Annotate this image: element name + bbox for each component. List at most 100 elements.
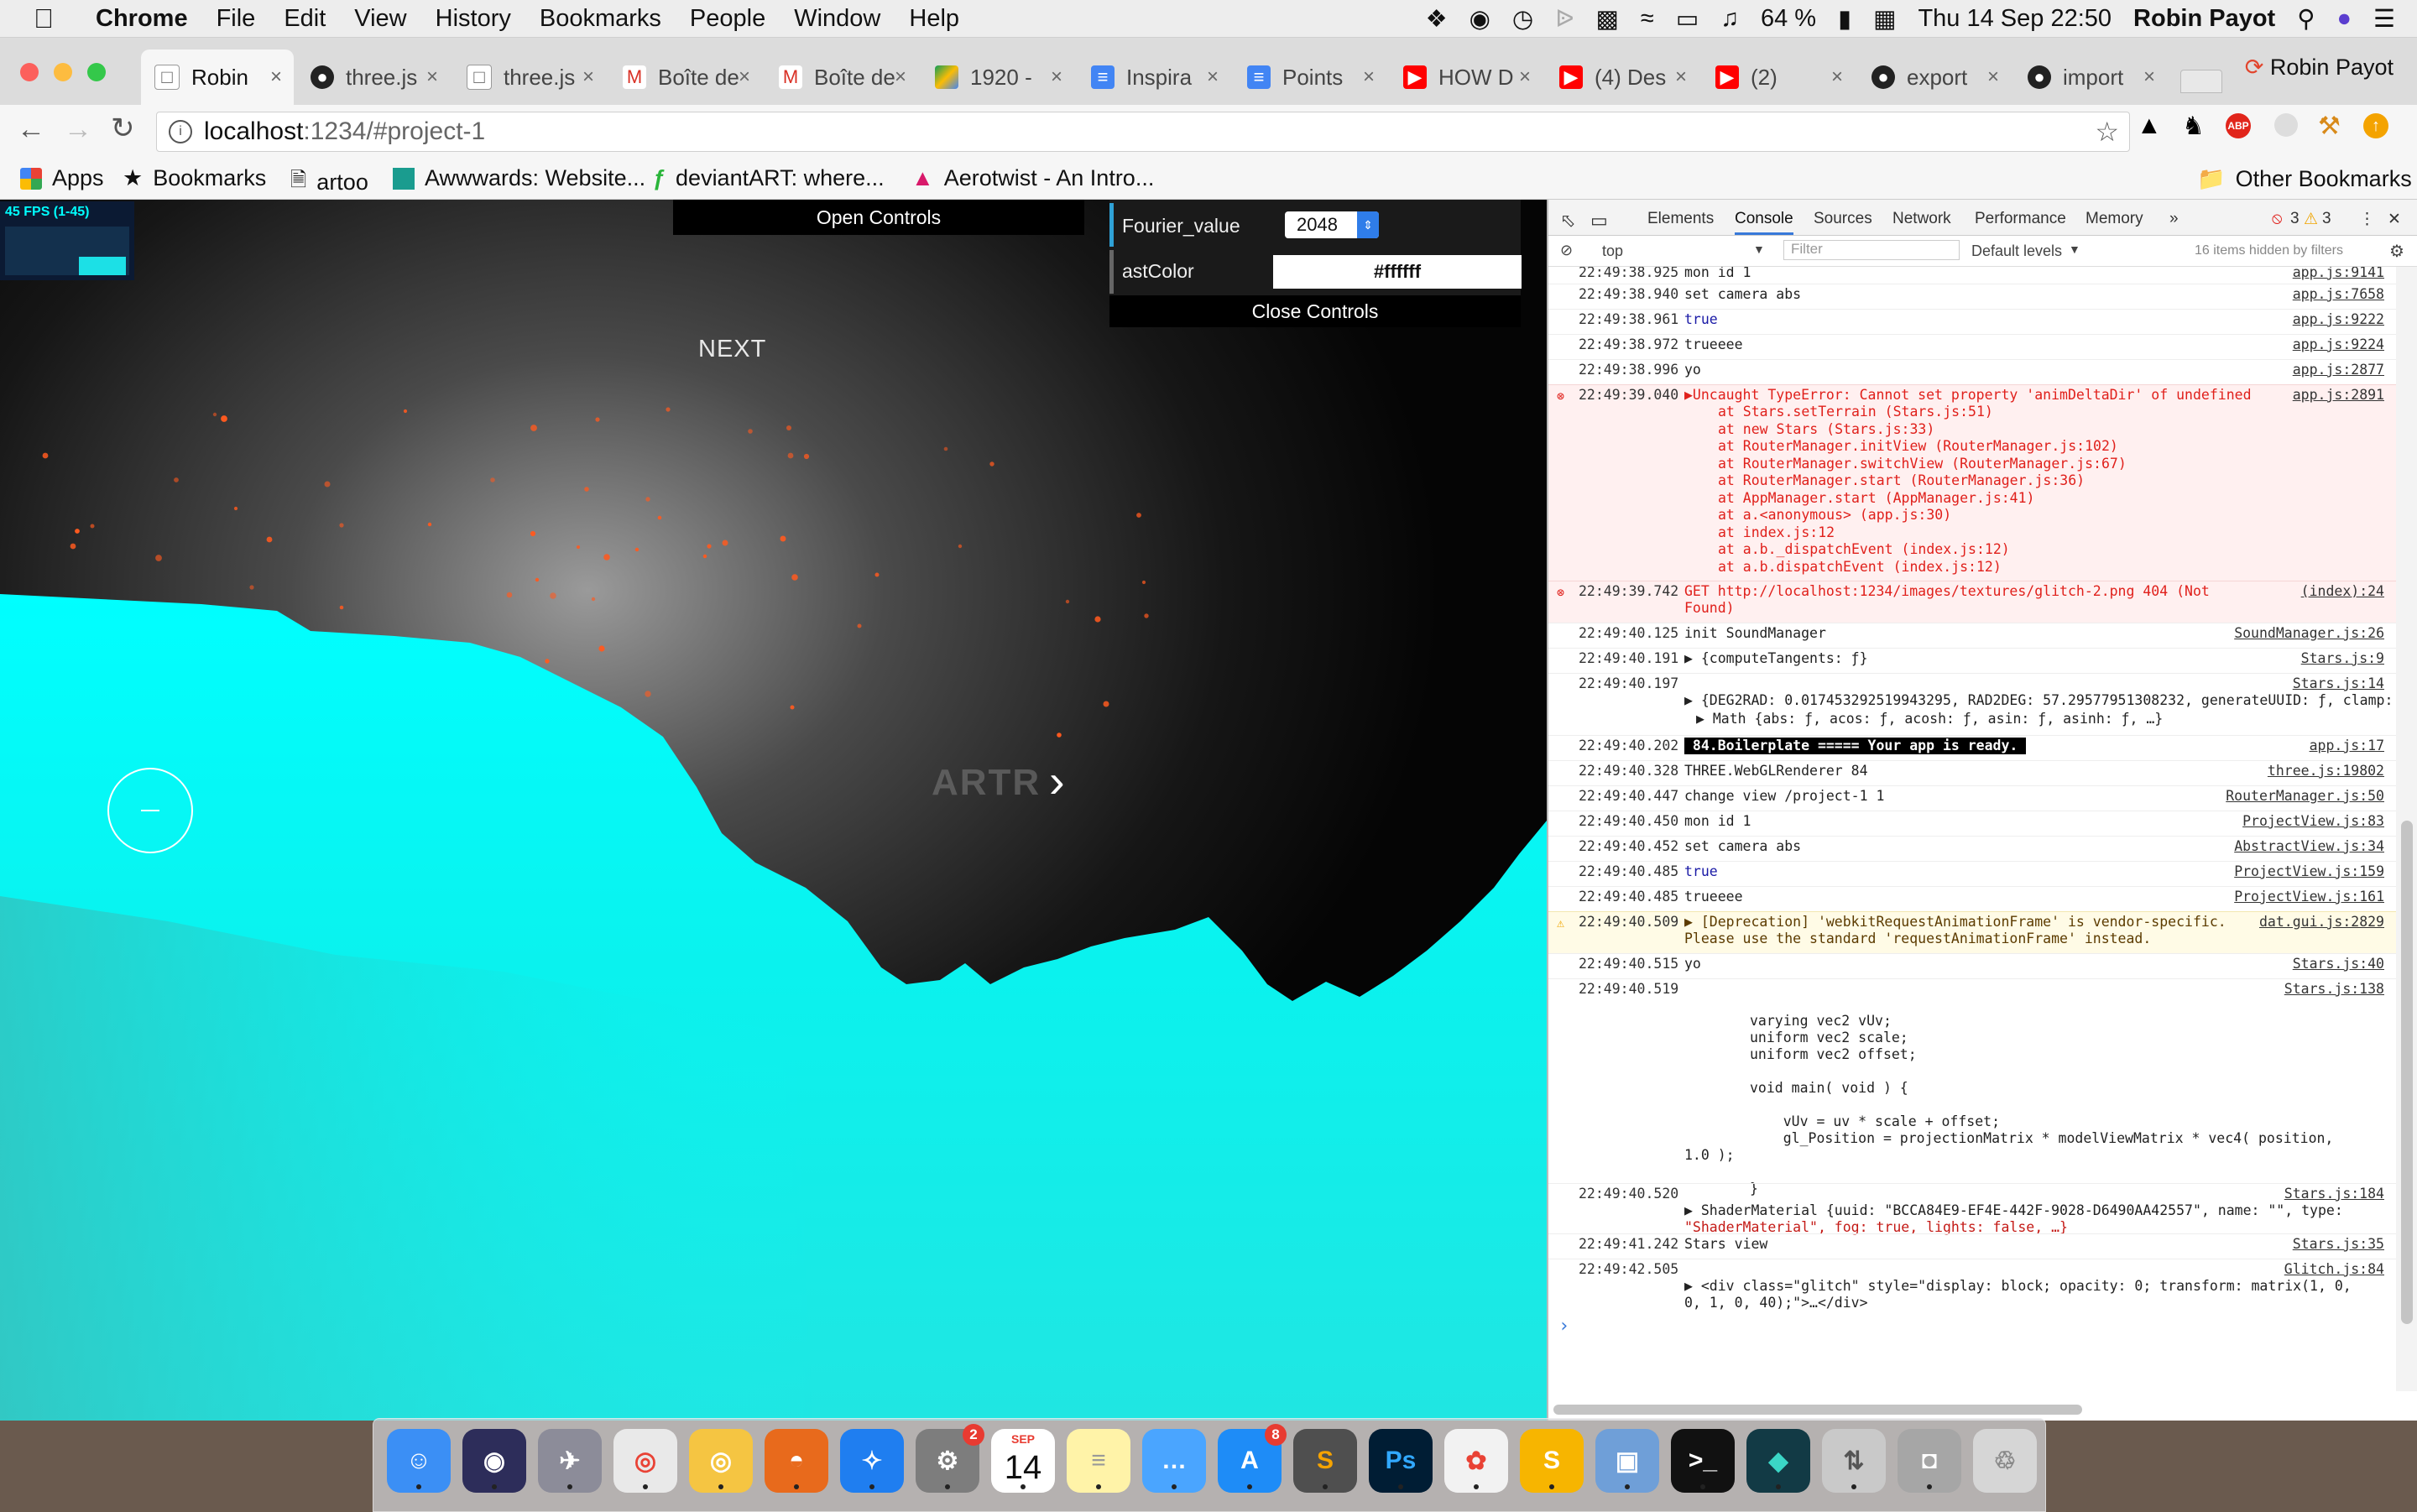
log-source-link[interactable]: Glitch.js:84	[2284, 1261, 2384, 1278]
dock-terminal-icon[interactable]: >_	[1671, 1429, 1735, 1493]
browser-tab[interactable]: ≡ Points ×	[1234, 50, 1386, 105]
astcolor-input[interactable]: #ffffff	[1273, 255, 1522, 289]
console-log-row[interactable]: 22:49:40.125 init SoundManager SoundManage…	[1548, 623, 2396, 649]
battery-icon[interactable]: ▮	[1838, 4, 1851, 34]
console-log-row[interactable]: 22:49:40.191 ▶ {computeTangents: ƒ} Stars.…	[1548, 648, 2396, 674]
close-window-button[interactable]	[20, 63, 39, 81]
dock-app-store-icon[interactable]: A8	[1218, 1424, 1287, 1493]
fourier-value-select[interactable]: 2048 ⇕	[1285, 211, 1379, 238]
menu-file[interactable]: File	[217, 5, 256, 33]
console-log-row[interactable]: 22:49:38.996 yo app.js:2877	[1548, 359, 2396, 385]
tab-elements[interactable]: Elements	[1647, 210, 1714, 228]
tab-performance[interactable]: Performance	[1975, 210, 2066, 228]
stack-frame[interactable]: at a.<anonymous> (app.js:30)	[1718, 507, 1951, 524]
log-source-link[interactable]: app.js:17	[2310, 738, 2384, 754]
console-log-row[interactable]: 22:49:40.452 set camera abs AbstractView.j…	[1548, 836, 2396, 862]
fps-stats-panel[interactable]: 45 FPS (1-45)	[0, 201, 134, 280]
browser-tab[interactable]: ≡ Inspira ×	[1078, 50, 1230, 105]
log-source-link[interactable]: app.js:2891	[2293, 387, 2384, 404]
console-log[interactable]: 22:49:38.925 mon id 1 app.js:9141 22:49:38.…	[1548, 267, 2396, 1383]
close-tab-icon[interactable]: ×	[1519, 65, 1531, 89]
dock-photoshop-icon[interactable]: Ps	[1369, 1429, 1433, 1493]
dock-sublime-text-icon[interactable]: S	[1293, 1429, 1357, 1493]
dock-launchpad-icon[interactable]: ✈	[538, 1429, 602, 1493]
menu-people[interactable]: People	[690, 5, 765, 33]
extension-update-icon[interactable]: ↑	[2363, 113, 2388, 138]
console-log-row[interactable]: 22:49:40.520 Stars.js:184 ▶ ShaderMaterial…	[1548, 1183, 2396, 1235]
log-source-link[interactable]: app.js:9141	[2293, 267, 2384, 281]
notification-center-icon[interactable]: ☰	[2373, 4, 2395, 34]
math-builtin-object[interactable]: ▶ Math {abs: ƒ, acos: ƒ, acosh: ƒ, asin:…	[1696, 711, 2163, 727]
dock-notes-icon[interactable]: ≡	[1067, 1429, 1130, 1493]
log-source-link[interactable]: app.js:9224	[2293, 336, 2384, 353]
stack-frame[interactable]: at a.b._dispatchEvent (index.js:12)	[1718, 541, 2010, 558]
keyboard-icon[interactable]: ▩	[1596, 4, 1619, 34]
dock-finder-icon[interactable]: ☺	[387, 1429, 451, 1493]
log-source-link[interactable]: ProjectView.js:161	[2234, 889, 2384, 905]
log-source-link[interactable]: (index):24	[2301, 583, 2384, 600]
console-log-row[interactable]: 22:49:41.242 Stars view Stars.js:35	[1548, 1233, 2396, 1259]
spotlight-icon[interactable]: ⚲	[2297, 4, 2315, 34]
volume-icon[interactable]: ♫	[1720, 5, 1739, 33]
creative-cloud-icon[interactable]: ◉	[1470, 4, 1490, 34]
dock-gitkraken-icon[interactable]: ◆	[1746, 1429, 1810, 1493]
horizontal-scroll-thumb[interactable]	[1553, 1405, 2082, 1415]
extension-horse-icon[interactable]: ♞	[2182, 112, 2205, 141]
time-machine-icon[interactable]: ◷	[1512, 4, 1533, 34]
close-tab-icon[interactable]: ×	[895, 65, 906, 89]
tab-sources[interactable]: Sources	[1814, 210, 1872, 228]
browser-tab[interactable]: M Boîte de ×	[765, 50, 918, 105]
console-settings-icon[interactable]: ⚙	[2389, 241, 2404, 262]
console-log-row[interactable]: 22:49:38.940 set camera abs app.js:7658	[1548, 284, 2396, 310]
levels-dropdown-icon[interactable]: ▼	[2069, 242, 2080, 256]
airplay-icon[interactable]: ▭	[1676, 4, 1699, 34]
next-link[interactable]: NEXT	[698, 336, 766, 363]
log-source-link[interactable]: three.js:19802	[2268, 763, 2384, 779]
stack-frame[interactable]: at RouterManager.switchView (RouterManag…	[1718, 456, 2127, 472]
menu-bookmarks[interactable]: Bookmarks	[540, 5, 661, 33]
console-log-row[interactable]: 22:49:38.972 trueeee app.js:9224	[1548, 334, 2396, 360]
dock-sketch-icon[interactable]: S	[1520, 1429, 1584, 1493]
bookmark-apps[interactable]: Apps	[20, 165, 104, 191]
log-source-link[interactable]: Stars.js:35	[2293, 1236, 2384, 1253]
user-name[interactable]: Robin Payot	[2133, 5, 2275, 33]
context-select[interactable]: top	[1602, 242, 1623, 260]
stack-frame[interactable]: at AppManager.start (AppManager.js:41)	[1718, 490, 2035, 507]
levels-select[interactable]: Default levels	[1971, 242, 2062, 260]
extension-triangle-icon[interactable]: ▲	[2137, 112, 2162, 140]
dock-chrome-icon[interactable]: ◎	[613, 1429, 677, 1493]
context-dropdown-icon[interactable]: ▼	[1753, 242, 1765, 256]
apple-icon[interactable]: 	[34, 3, 54, 34]
browser-tab[interactable]: ● three.js ×	[297, 50, 450, 105]
dock-chrome-canary-icon[interactable]: ◎	[689, 1429, 753, 1493]
browser-tab[interactable]: M Boîte de ×	[609, 50, 762, 105]
battery-percent[interactable]: 64 %	[1761, 5, 1816, 33]
browser-tab[interactable]: 1920 - ×	[921, 50, 1074, 105]
log-source-link[interactable]: AbstractView.js:34	[2234, 838, 2384, 855]
browser-tab[interactable]: □ three.js ×	[453, 50, 606, 105]
dropbox-icon[interactable]: ❖	[1426, 4, 1448, 34]
bookmark-awwwards[interactable]: Awwwards: Website...	[393, 165, 645, 191]
stack-frame[interactable]: at RouterManager.initView (RouterManager…	[1718, 438, 2118, 455]
webgl-scene[interactable]: 45 FPS (1-45) Open Controls Fourier_valu…	[0, 200, 1547, 1421]
stack-frame[interactable]: at index.js:12	[1718, 524, 1835, 541]
close-devtools-icon[interactable]: ✕	[2388, 210, 2401, 229]
stack-frame[interactable]: at new Stars (Stars.js:33)	[1718, 421, 1934, 438]
browser-tab[interactable]: ▶ (4) Des ×	[1546, 50, 1699, 105]
more-tabs-icon[interactable]: »	[2169, 210, 2179, 228]
browser-tab[interactable]: □ Robin ×	[141, 50, 294, 105]
console-error-row[interactable]: ⊗ 22:49:39.742 GET http://localhost:1234/i…	[1548, 581, 2396, 623]
dock-siri-icon[interactable]: ◉	[462, 1429, 526, 1493]
menu-app-name[interactable]: Chrome	[96, 5, 188, 33]
bookmark-aerotwist[interactable]: ▲ Aerotwist - An Intro...	[911, 165, 1154, 191]
dock-photos-icon[interactable]: ✿	[1444, 1429, 1508, 1493]
reload-icon[interactable]: ↻	[111, 112, 135, 145]
dock-safari-icon[interactable]: ✧	[840, 1429, 904, 1493]
adblock-icon[interactable]: ABP	[2226, 113, 2251, 138]
address-bar[interactable]: i localhost:1234/#project-1 ☆	[156, 112, 2130, 152]
log-source-link[interactable]: SoundManager.js:26	[2234, 625, 2384, 642]
bookmark-artoo[interactable]: 🗎 artoo	[290, 165, 368, 200]
clear-console-icon[interactable]: ⊘	[1560, 242, 1573, 259]
log-source-link[interactable]: Stars.js:138	[2284, 981, 2384, 998]
menu-window[interactable]: Window	[794, 5, 880, 33]
